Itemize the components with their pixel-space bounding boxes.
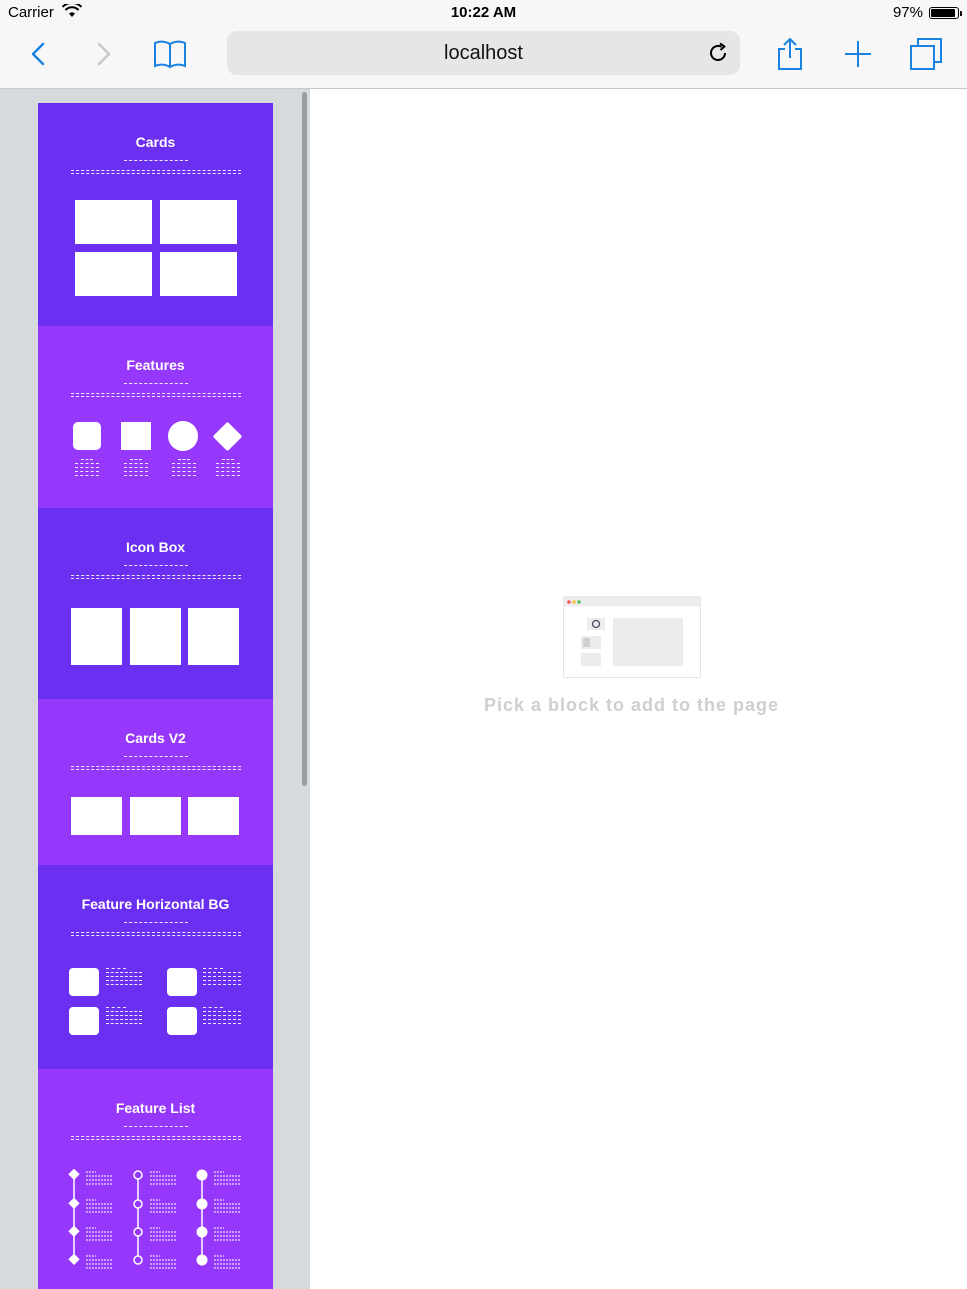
share-icon — [778, 37, 802, 70]
divider — [123, 1126, 188, 1127]
text-lines — [203, 968, 241, 988]
icon-box-preview — [188, 608, 239, 665]
divider — [123, 922, 188, 923]
new-tab-button[interactable] — [838, 36, 878, 72]
block-feature-horizontal-bg[interactable]: Feature Horizontal BG — [38, 865, 273, 1069]
block-features[interactable]: Features — [38, 326, 273, 508]
card-preview — [75, 252, 152, 296]
rounded-square-icon — [73, 422, 101, 450]
divider — [123, 756, 188, 757]
icon-box-preview — [130, 608, 181, 665]
card-preview — [160, 252, 237, 296]
status-bar: Carrier 10:22 AM 97% — [0, 0, 967, 26]
plus-icon — [845, 41, 871, 67]
forward-button[interactable] — [84, 36, 124, 72]
divider — [70, 170, 241, 171]
reload-icon[interactable] — [706, 41, 730, 65]
circle-icon — [168, 421, 198, 451]
block-title: Cards — [135, 134, 176, 150]
browser-toolbar: localhost — [0, 26, 967, 89]
text-lines — [106, 968, 142, 988]
icon-box-preview — [71, 608, 122, 665]
battery-percentage: 97% — [892, 4, 923, 21]
chevron-left-icon — [31, 42, 45, 66]
divider — [123, 383, 188, 384]
empty-page-illustration — [563, 596, 701, 678]
text-lines — [75, 459, 99, 479]
share-button[interactable] — [770, 36, 810, 72]
divider — [70, 1139, 241, 1140]
block-title: Features — [126, 357, 185, 373]
card-preview — [188, 797, 239, 835]
card-preview — [75, 200, 152, 244]
divider — [70, 935, 241, 936]
block-cards-v2[interactable]: Cards V2 — [38, 699, 273, 865]
block-title: Feature Horizontal BG — [81, 896, 230, 912]
divider — [70, 393, 241, 394]
tabs-icon — [910, 38, 942, 70]
block-feature-list[interactable]: Feature List — [38, 1069, 273, 1289]
divider — [70, 578, 241, 579]
divider — [70, 1136, 241, 1137]
block-icon-box[interactable]: Icon Box — [38, 508, 273, 699]
empty-canvas-message: Pick a block to add to the page — [483, 695, 780, 715]
feature-icon — [167, 968, 197, 996]
divider — [70, 769, 241, 770]
text-lines — [124, 459, 148, 479]
feature-icon — [69, 968, 99, 996]
divider — [70, 932, 241, 933]
divider — [70, 396, 241, 397]
block-sidebar[interactable]: Cards Features Icon Box Cards V2 Feature… — [0, 89, 310, 1289]
card-preview — [130, 797, 181, 835]
block-title: Feature List — [115, 1100, 196, 1116]
divider — [123, 565, 188, 566]
card-preview — [160, 200, 237, 244]
text-lines — [106, 1007, 142, 1027]
book-icon — [154, 40, 186, 69]
sidebar-scrollbar[interactable] — [302, 92, 307, 786]
address-bar[interactable]: localhost — [227, 31, 740, 75]
chevron-right-icon — [97, 42, 111, 66]
battery-icon — [929, 7, 962, 19]
divider — [70, 173, 241, 174]
back-button[interactable] — [18, 36, 58, 72]
block-cards[interactable]: Cards — [38, 103, 273, 326]
feature-list-preview — [68, 1169, 240, 1269]
text-lines — [216, 459, 240, 479]
divider — [70, 766, 241, 767]
block-list: Cards Features Icon Box Cards V2 Feature… — [38, 103, 273, 1289]
clock: 10:22 AM — [450, 4, 517, 21]
bookmarks-button[interactable] — [150, 36, 190, 72]
block-title: Icon Box — [125, 539, 186, 555]
page-canvas[interactable]: Pick a block to add to the page — [310, 89, 967, 1289]
divider — [70, 575, 241, 576]
text-lines — [172, 459, 196, 479]
card-preview — [71, 797, 122, 835]
text-lines — [203, 1007, 241, 1027]
divider — [123, 160, 188, 161]
feature-icon — [69, 1007, 99, 1035]
feature-icon — [167, 1007, 197, 1035]
url-text: localhost — [444, 42, 523, 64]
block-title: Cards V2 — [125, 730, 186, 746]
diamond-icon — [212, 421, 243, 452]
square-icon — [121, 422, 151, 450]
tabs-button[interactable] — [906, 36, 946, 72]
